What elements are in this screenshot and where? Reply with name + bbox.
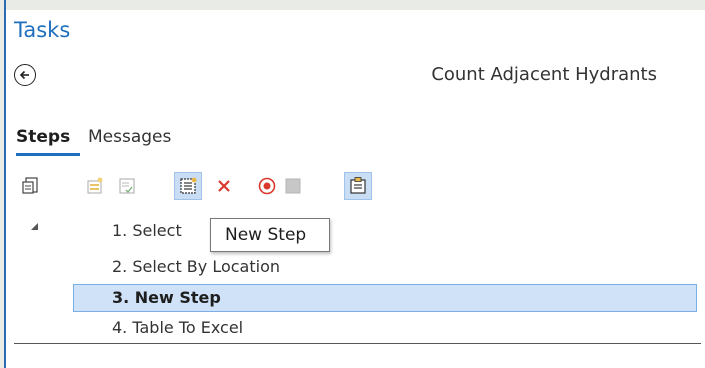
new-step-icon bbox=[180, 177, 197, 194]
edit-step-icon bbox=[119, 178, 135, 194]
insert-step-icon bbox=[350, 177, 366, 194]
pane-top-strip bbox=[6, 0, 705, 10]
step-label: 3. New Step bbox=[112, 288, 221, 307]
new-step-button[interactable] bbox=[174, 172, 202, 200]
step-item-1[interactable]: 1. Selecte bbox=[112, 221, 331, 240]
step-item-4[interactable]: 4. Table To Excel bbox=[112, 318, 243, 337]
back-button[interactable] bbox=[14, 64, 36, 86]
tree-collapse-icon[interactable] bbox=[31, 223, 38, 230]
task-document-button[interactable] bbox=[18, 173, 44, 199]
step-item-2[interactable]: 2. Select By Location bbox=[112, 257, 280, 276]
delete-step-button[interactable] bbox=[211, 173, 237, 199]
new-task-item-icon bbox=[87, 177, 103, 194]
tooltip: New Step bbox=[210, 218, 330, 252]
edit-step-button[interactable] bbox=[114, 173, 140, 199]
step-label: 4. Table To Excel bbox=[112, 318, 244, 337]
insert-step-button[interactable] bbox=[344, 172, 372, 200]
step-label: 1. Select bbox=[112, 221, 182, 240]
record-button[interactable] bbox=[254, 173, 280, 199]
divider bbox=[14, 343, 701, 344]
tasks-pane: Tasks Count Adjacent Hydrants Steps Mess… bbox=[4, 0, 705, 368]
pane-title: Tasks bbox=[14, 18, 71, 42]
tab-steps-underline bbox=[16, 153, 80, 156]
steps-toolbar bbox=[6, 172, 506, 203]
new-task-item-button[interactable] bbox=[82, 173, 108, 199]
stop-icon bbox=[285, 178, 301, 194]
step-item-3[interactable]: 3. New Step bbox=[73, 284, 697, 312]
tab-messages[interactable]: Messages bbox=[88, 127, 171, 147]
tab-steps[interactable]: Steps bbox=[16, 127, 70, 147]
delete-icon bbox=[218, 180, 230, 192]
stop-button[interactable] bbox=[280, 173, 306, 199]
task-title: Count Adjacent Hydrants bbox=[431, 64, 657, 85]
step-label: 2. Select By Location bbox=[112, 257, 280, 276]
task-document-icon bbox=[22, 177, 38, 194]
record-icon bbox=[258, 177, 276, 195]
back-arrow-icon bbox=[19, 70, 29, 80]
